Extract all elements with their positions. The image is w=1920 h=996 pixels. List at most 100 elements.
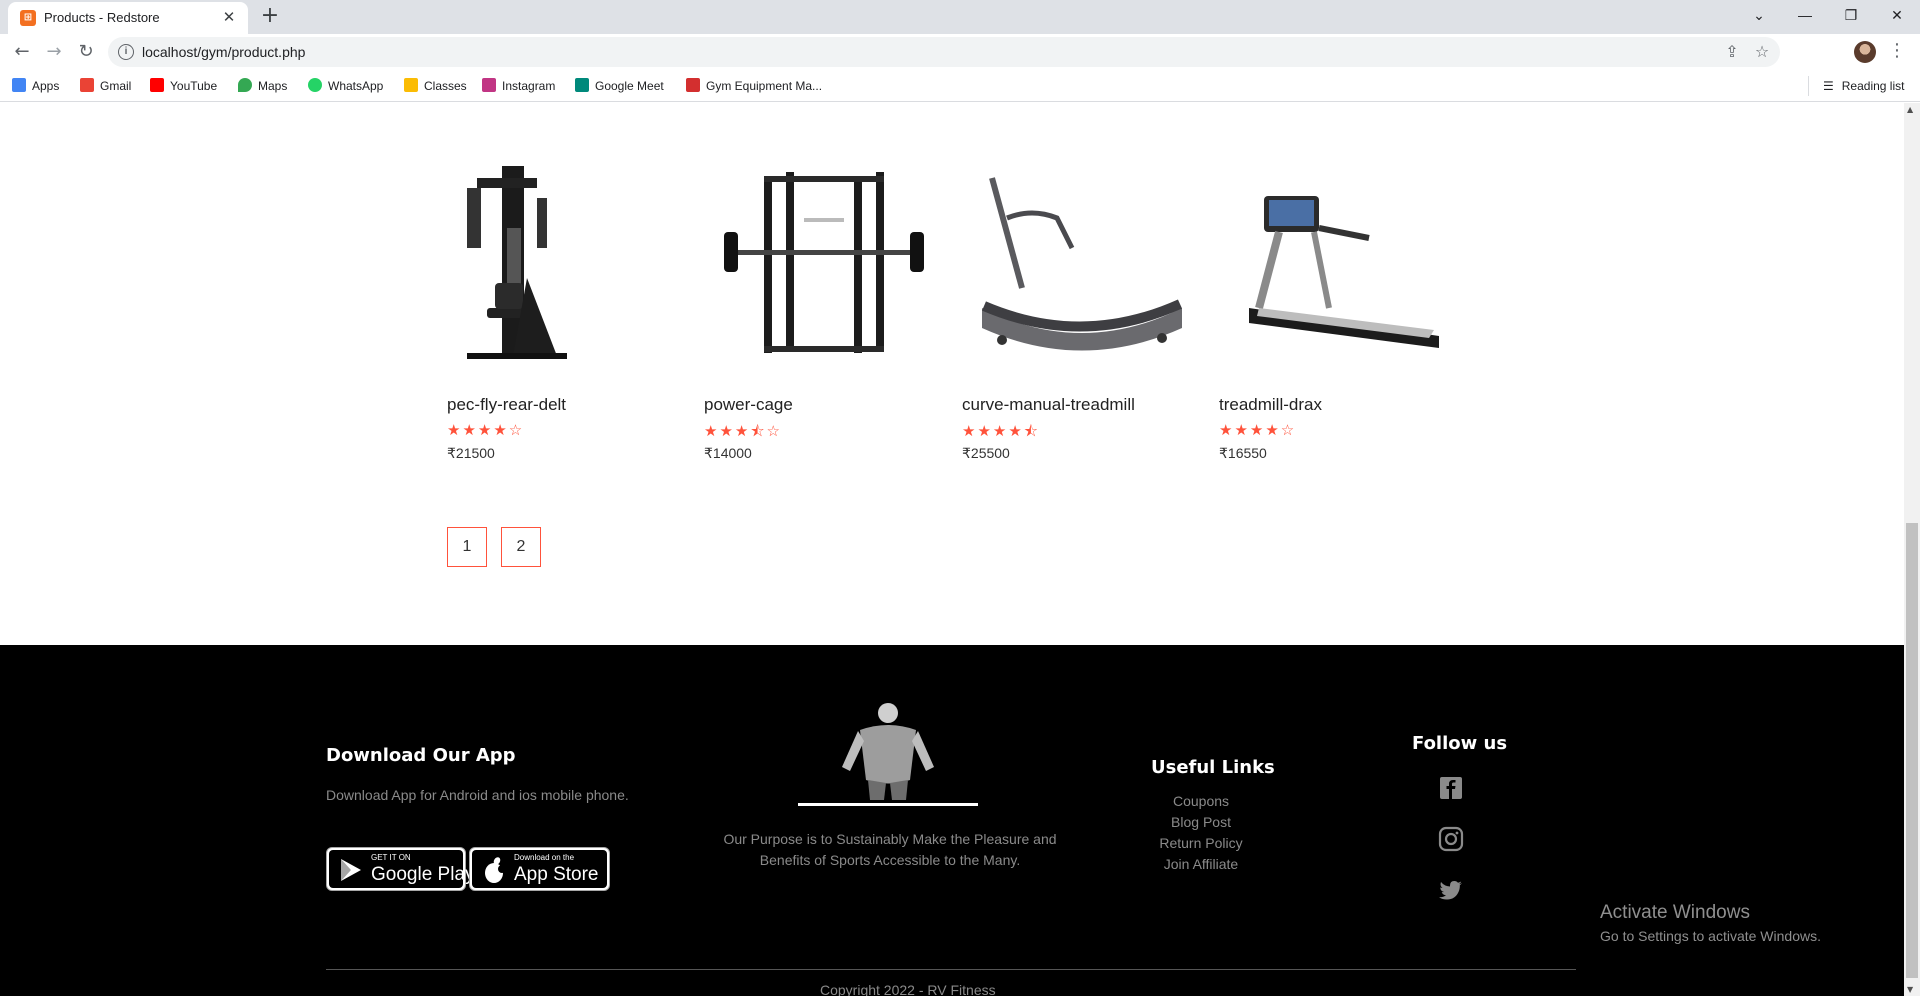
tab-search-icon[interactable]: ⌄ (1736, 0, 1782, 30)
bookmark-maps[interactable]: Maps (238, 76, 287, 96)
bookmark-google-meet[interactable]: Google Meet (575, 76, 664, 96)
product-name[interactable]: curve-manual-treadmill (962, 395, 1135, 415)
app-store-small-text: Download on the (514, 853, 575, 862)
profile-avatar[interactable] (1854, 41, 1876, 63)
new-tab-button[interactable]: + (258, 4, 282, 28)
product-rating: ★★★⯪☆ (704, 422, 782, 440)
restore-button[interactable]: ❐ (1828, 0, 1874, 30)
product-name[interactable]: treadmill-drax (1219, 395, 1322, 415)
product-price: ₹16550 (1219, 445, 1267, 461)
download-app-text: Download App for Android and ios mobile … (326, 787, 629, 803)
bookmark-gym-equipment[interactable]: Gym Equipment Ma... (686, 76, 822, 96)
browser-toolbar: ← → ↻ i localhost/gym/product.php ⇪ ☆ ⋮ (0, 34, 1920, 70)
product-name[interactable]: power-cage (704, 395, 793, 415)
close-window-button[interactable]: ✕ (1874, 0, 1920, 30)
footer-link-join-affiliate[interactable]: Join Affiliate (1121, 856, 1281, 872)
gym-logo (798, 703, 978, 806)
windows-activation-watermark: Activate Windows Go to Settings to activ… (1600, 902, 1821, 944)
bookmark-star-icon[interactable]: ☆ (1752, 42, 1772, 61)
product-price: ₹25500 (962, 445, 1010, 461)
instagram-icon[interactable] (1438, 826, 1464, 852)
purpose-text-line2: Benefits of Sports Accessible to the Man… (759, 852, 1021, 868)
browser-tab[interactable]: ⊞ Products - Redstore ✕ (8, 2, 248, 34)
product-card[interactable] (704, 158, 944, 368)
bookmark-youtube[interactable]: YouTube (150, 76, 217, 96)
browser-tab-bar: ⊞ Products - Redstore ✕ + ⌄ — ❐ ✕ (0, 0, 1920, 34)
maps-icon (238, 78, 252, 92)
product-card[interactable] (447, 158, 687, 368)
app-store-badge[interactable]: Download on the App Store (469, 847, 610, 891)
minimize-button[interactable]: — (1782, 0, 1828, 30)
site-favicon-icon: ⊞ (20, 10, 36, 26)
gym-site-icon (686, 78, 700, 92)
google-play-badge-bg: GET IT ON Google Play (329, 850, 475, 888)
purpose-text-line1: Our Purpose is to Sustainably Make the P… (723, 831, 1057, 847)
url-text[interactable]: localhost/gym/product.php (142, 44, 305, 60)
google-play-big-text: Google Play (371, 864, 475, 885)
product-image[interactable] (704, 158, 944, 368)
twitter-icon[interactable] (1438, 877, 1464, 903)
scrollbar-thumb[interactable] (1906, 523, 1918, 978)
bookmark-whatsapp[interactable]: WhatsApp (308, 76, 383, 96)
browser-menu-icon[interactable]: ⋮ (1888, 40, 1906, 61)
product-card[interactable] (962, 158, 1202, 368)
bookmark-gmail[interactable]: Gmail (80, 76, 131, 96)
treadmill-image (1249, 196, 1439, 348)
tab-close-icon[interactable]: ✕ (220, 8, 238, 26)
bookmarks-bar: Apps Gmail YouTube Maps WhatsApp Classes… (0, 70, 1920, 102)
page-button-2[interactable]: 2 (501, 527, 541, 567)
footer-link-coupons[interactable]: Coupons (1121, 793, 1281, 809)
scroll-down-arrow-icon[interactable]: ▼ (1907, 985, 1913, 994)
product-image[interactable] (1219, 158, 1459, 368)
site-info-icon[interactable]: i (118, 44, 134, 60)
google-play-icon (341, 859, 361, 881)
footer-divider (326, 969, 1576, 970)
page-viewport: pec-fly-rear-delt ★★★★☆ ₹21500 power-cag… (0, 103, 1904, 996)
whatsapp-icon (308, 78, 322, 92)
tab-title: Products - Redstore (44, 10, 160, 25)
bookmark-instagram[interactable]: Instagram (482, 76, 555, 96)
gmail-icon (80, 78, 94, 92)
scroll-up-arrow-icon[interactable]: ▲ (1907, 105, 1913, 114)
bookmark-classes[interactable]: Classes (404, 76, 467, 96)
product-image[interactable] (447, 158, 687, 368)
product-rating: ★★★★⯪ (962, 422, 1040, 440)
google-play-badge[interactable]: GET IT ON Google Play (326, 847, 475, 891)
google-meet-icon (575, 78, 589, 92)
useful-links-heading: Useful Links (1151, 757, 1275, 778)
page-scrollbar[interactable]: ▲ ▼ (1904, 103, 1920, 996)
apple-icon (485, 857, 506, 883)
bookmark-apps[interactable]: Apps (12, 76, 59, 96)
page-button-1[interactable]: 1 (447, 527, 487, 567)
activate-windows-title: Activate Windows (1600, 902, 1750, 923)
apps-grid-icon (12, 78, 26, 92)
follow-us-heading: Follow us (1412, 733, 1508, 754)
pec-fly-machine-image (467, 166, 567, 359)
instagram-icon (482, 78, 496, 92)
classroom-icon (404, 78, 418, 92)
facebook-icon[interactable] (1438, 775, 1464, 801)
reload-icon[interactable]: ↻ (74, 40, 98, 64)
share-icon[interactable]: ⇪ (1722, 42, 1742, 61)
product-price: ₹21500 (447, 445, 495, 461)
footer-link-return-policy[interactable]: Return Policy (1121, 835, 1281, 851)
forward-icon[interactable]: → (42, 40, 66, 64)
product-rating: ★★★★☆ (447, 421, 525, 439)
product-name[interactable]: pec-fly-rear-delt (447, 395, 566, 415)
download-app-heading: Download Our App (326, 745, 516, 766)
power-rack-image (724, 172, 924, 353)
product-image[interactable] (962, 158, 1202, 368)
app-store-big-text: App Store (514, 864, 599, 885)
copyright-text: Copyright 2022 - RV Fitness (820, 982, 996, 996)
activate-windows-subtitle: Go to Settings to activate Windows. (1600, 928, 1821, 944)
product-card[interactable] (1219, 158, 1459, 368)
app-store-badge-bg: Download on the App Store (472, 850, 607, 888)
back-icon[interactable]: ← (10, 40, 34, 64)
address-bar[interactable]: i localhost/gym/product.php ⇪ ☆ (108, 37, 1780, 67)
curved-treadmill-image (982, 177, 1183, 351)
product-price: ₹14000 (704, 445, 752, 461)
reading-list-icon: ☰ (1823, 79, 1834, 93)
reading-list-button[interactable]: ☰ Reading list (1808, 76, 1904, 96)
footer-link-blog-post[interactable]: Blog Post (1121, 814, 1281, 830)
google-play-small-text: GET IT ON (371, 853, 411, 862)
